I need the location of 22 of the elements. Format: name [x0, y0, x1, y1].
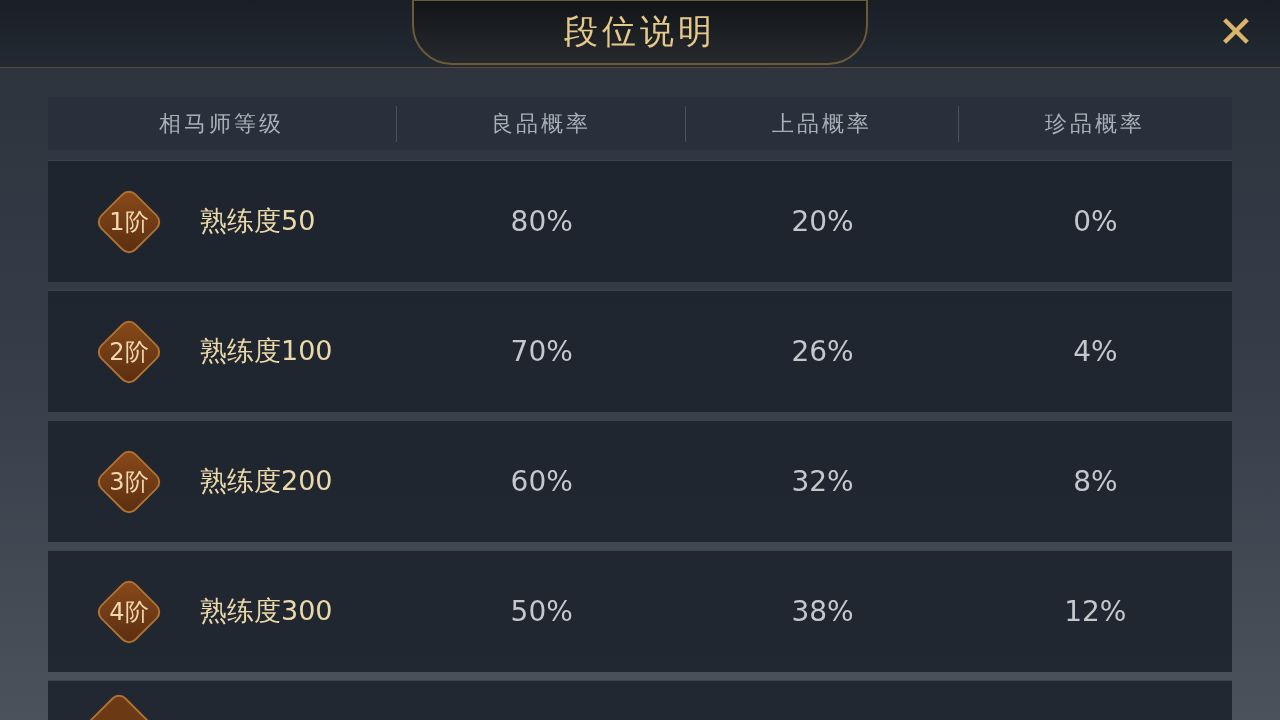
probability-cell-text: 8% [1073, 463, 1118, 500]
proficiency-text: 熟练度300 [200, 594, 333, 629]
proficiency-text: 熟练度200 [200, 464, 333, 499]
probability-cell-text: 4% [1073, 333, 1118, 370]
proficiency-text: 熟练度100 [200, 334, 333, 369]
probability-cell-text: 0% [1073, 203, 1118, 240]
probability-cell-text: 60% [510, 463, 573, 500]
column-header: 珍品概率 [1045, 110, 1146, 138]
probability-cell-text: 80% [510, 203, 573, 240]
probability-cell-text: 12% [1064, 593, 1127, 630]
dialog-title: 段位说明 [564, 10, 716, 53]
column-header: 良品概率 [491, 110, 592, 138]
proficiency-text: 熟练度50 [200, 204, 316, 239]
probability-cell-text: 32% [791, 463, 854, 500]
probability-cell-text: 50% [510, 593, 573, 630]
probability-cell-text: 26% [791, 333, 854, 370]
probability-cell-text: 70% [510, 333, 573, 370]
probability-cell-text: 20% [791, 203, 854, 240]
column-header: 上品概率 [771, 110, 872, 138]
probability-cell-text: 38% [791, 593, 854, 630]
close-button[interactable]: ✕ [1210, 8, 1262, 56]
column-header: 相马师等级 [159, 110, 285, 138]
